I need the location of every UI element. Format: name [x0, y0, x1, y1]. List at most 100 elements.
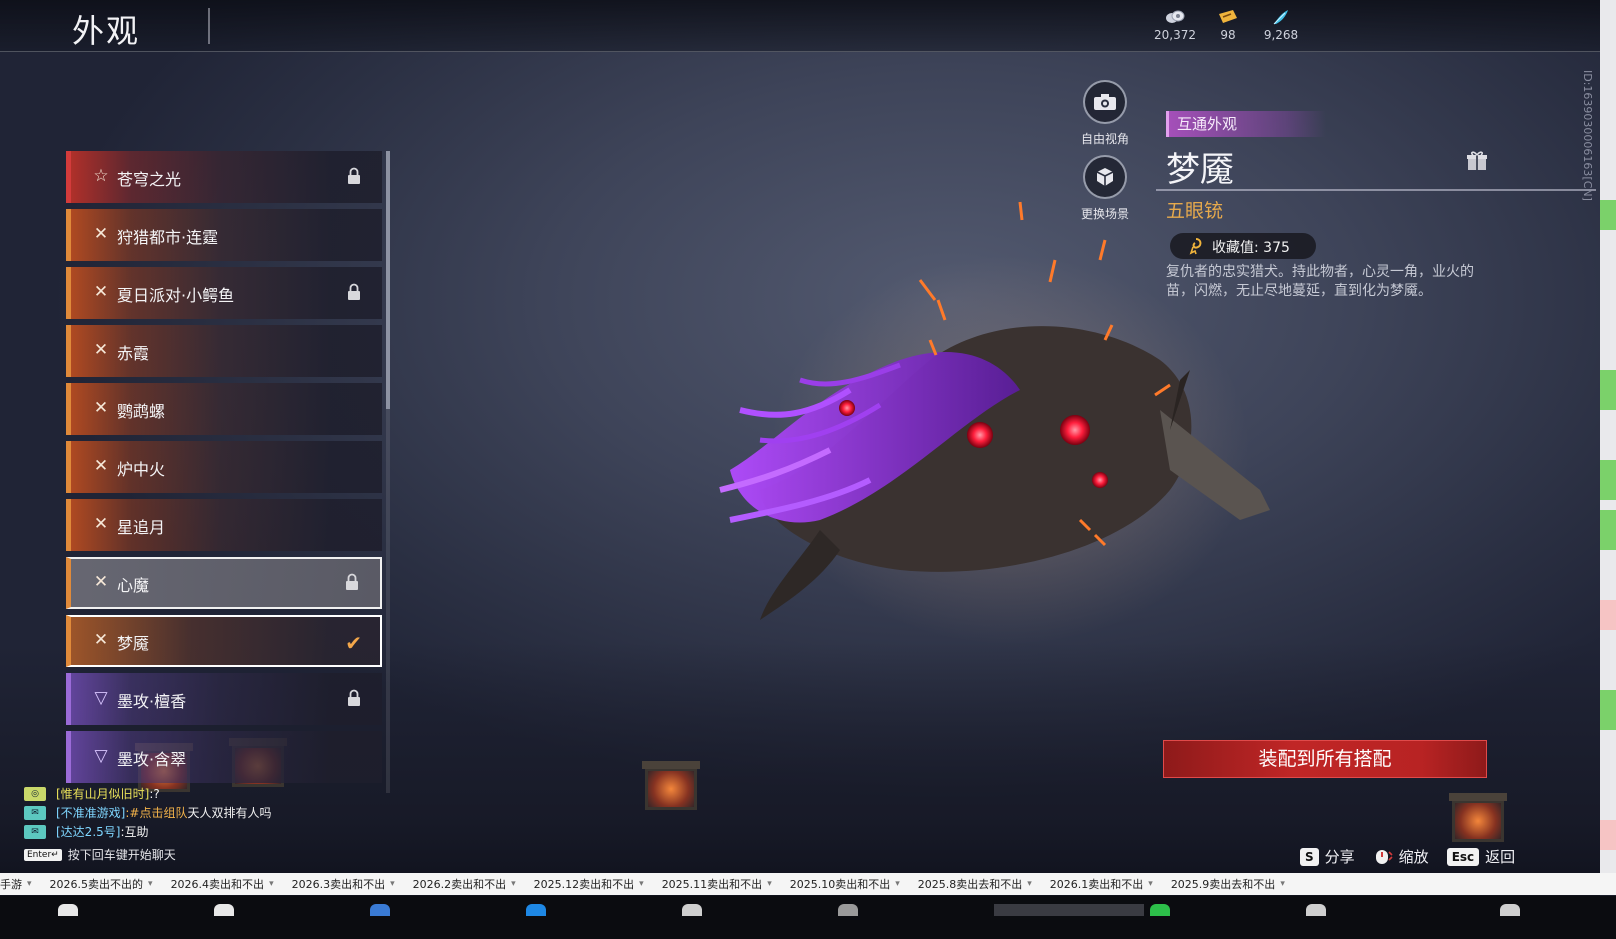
chevron-down-icon: ▾	[639, 879, 644, 889]
camera-icon	[1083, 80, 1127, 124]
skin-list[interactable]: ☆ 苍穹之光 ✕ 狩猎都市·连霆 ✕ 夏日派对·小鳄鱼 ✕ 赤霞 ✕ 鹦鹉螺 ✕…	[66, 151, 382, 793]
skin-item-selected[interactable]: ✕ 梦魇 ✔	[66, 615, 382, 667]
skin-item[interactable]: ▽ 墨攻·檀香	[66, 673, 382, 725]
triangle-rarity-icon: ▽	[94, 688, 108, 708]
chat-hint-text: 按下回车键开始聊天	[67, 848, 176, 862]
player-id: ID:1639030006163[CN]	[1581, 70, 1594, 201]
lantern-decoration	[642, 761, 700, 810]
bookmark-label: 2025.9卖出去和不出	[1170, 878, 1276, 891]
skin-item[interactable]: ✕ 狩猎都市·连霆	[66, 209, 382, 261]
bookmark-folder[interactable]: 2026.5卖出不出的 ▾	[50, 876, 171, 892]
taskbar-app-icon[interactable]	[1500, 904, 1520, 916]
currency-tickets: 98	[1198, 8, 1258, 42]
taskbar-app-icon[interactable]	[838, 904, 858, 916]
lock-icon	[348, 167, 360, 184]
equipped-check-icon: ✔	[345, 631, 362, 655]
bookmark-folder[interactable]: 2025.9卖出去和不出 ▾	[1171, 876, 1303, 892]
chat-message: :互助	[120, 825, 149, 839]
chat-line: ◎ [惟有山月似旧时] :?	[24, 784, 272, 803]
title-divider	[208, 8, 210, 44]
chat-input-hint[interactable]: Enter↵ 按下回车键开始聊天	[24, 846, 176, 863]
cross-rarity-icon: ✕	[93, 398, 109, 418]
os-taskbar	[0, 896, 1616, 939]
coin-stack-icon	[1166, 10, 1185, 23]
share-hotkey[interactable]: S 分享	[1300, 846, 1355, 867]
skin-item[interactable]: ✕ 赤霞	[66, 325, 382, 377]
change-scene-button[interactable]: 更换场景	[1065, 155, 1145, 222]
taskbar-app-icon[interactable]	[58, 904, 78, 916]
bookmark-folder[interactable]: 2026.4卖出和不出 ▾	[171, 876, 292, 892]
taskbar-app-icon[interactable]	[682, 904, 702, 916]
skin-item[interactable]: ✕ 鹦鹉螺	[66, 383, 382, 435]
bookmark-folder[interactable]: 2025.8卖出去和不出 ▾	[918, 876, 1050, 892]
cross-rarity-icon: ✕	[93, 340, 109, 360]
team-link[interactable]: :#点击组队	[125, 804, 187, 821]
chat-box[interactable]: ◎ [惟有山月似旧时] :? ✉ [不准准游戏] :#点击组队 天人双排有人吗 …	[24, 784, 272, 841]
skin-name: 星追月	[117, 518, 166, 537]
chevron-down-icon: ▾	[1148, 879, 1153, 889]
game-viewport: 外观 20,372 98 9,268 ID:1639030006163[CN] …	[0, 0, 1600, 902]
gift-icon[interactable]	[1466, 150, 1488, 172]
chevron-down-icon: ▾	[148, 879, 153, 889]
list-scrollbar-thumb[interactable]	[386, 151, 390, 409]
chat-sender[interactable]: [惟有山月似旧时]	[56, 785, 149, 802]
taskbar-app-icon[interactable]	[214, 904, 234, 916]
free-view-label: 自由视角	[1080, 132, 1129, 146]
lantern-decoration	[1449, 793, 1507, 842]
chevron-down-icon: ▾	[1027, 879, 1032, 889]
chevron-down-icon: ▾	[390, 879, 395, 889]
chat-sender[interactable]: [不准准游戏]	[56, 804, 125, 821]
skin-item[interactable]: ✕ 夏日派对·小鳄鱼	[66, 267, 382, 319]
lock-icon	[348, 689, 360, 706]
zoom-hotkey[interactable]: 缩放	[1373, 846, 1429, 867]
enter-key-cap: Enter↵	[24, 848, 62, 861]
taskbar-app-icon[interactable]	[1150, 904, 1170, 916]
change-scene-label: 更换场景	[1080, 207, 1129, 221]
bookmark-folder[interactable]: 2026.2卖出和不出 ▾	[413, 876, 534, 892]
currency-value: 20,372	[1154, 28, 1196, 42]
skin-name: 心魔	[117, 576, 150, 595]
cross-rarity-icon: ✕	[93, 224, 109, 244]
free-view-button[interactable]: 自由视角	[1065, 80, 1145, 147]
chevron-down-icon: ▾	[767, 879, 772, 889]
cross-rarity-icon: ✕	[93, 514, 109, 534]
equip-all-button[interactable]: 装配到所有搭配	[1163, 740, 1487, 778]
title-underline	[1156, 189, 1596, 191]
bookmark-folder[interactable]: 2025.11卖出和不出 ▾	[662, 876, 790, 892]
hotkey-label: 分享	[1324, 848, 1355, 866]
taskbar-app-icon[interactable]	[526, 904, 546, 916]
skin-item[interactable]: ✕ 炉中火	[66, 441, 382, 493]
weapon-type: 五眼铳	[1166, 200, 1224, 222]
back-hotkey[interactable]: Esc 返回	[1446, 846, 1515, 867]
lock-icon	[348, 283, 360, 300]
key-cap: S	[1300, 847, 1319, 866]
page-title: 外观	[72, 12, 141, 50]
bookmark-label: 手游	[0, 878, 22, 891]
chat-sender[interactable]: [达达2.5号]	[56, 823, 120, 840]
skin-name: 墨攻·含翠	[117, 750, 187, 769]
skin-item[interactable]: ▽ 墨攻·含翠	[66, 731, 382, 783]
bookmark-folder[interactable]: 2026.3卖出和不出 ▾	[292, 876, 413, 892]
skin-description: 复仇者的忠实猎犬。持此物者，心灵一角，业火的苗，闪燃，无止尽地蔓延，直到化为梦魇…	[1166, 264, 1474, 299]
bookmark-folder[interactable]: 手游 ▾	[0, 876, 50, 892]
collection-icon	[1189, 238, 1202, 255]
taskbar-active-app[interactable]	[994, 904, 1144, 916]
taskbar-app-icon[interactable]	[370, 904, 390, 916]
bookmark-label: 2025.8卖出去和不出	[917, 878, 1023, 891]
cross-rarity-icon: ✕	[93, 572, 109, 592]
chevron-down-icon: ▾	[895, 879, 900, 889]
bookmark-label: 2025.10卖出和不出	[789, 878, 891, 891]
hotkey-bar: S 分享 缩放 Esc 返回	[1300, 846, 1533, 867]
skin-item[interactable]: ✕ 星追月	[66, 499, 382, 551]
skin-item-hovered[interactable]: ✕ 心魔	[66, 557, 382, 609]
chevron-down-icon: ▾	[1280, 879, 1285, 889]
bookmark-label: 2025.12卖出和不出	[533, 878, 635, 891]
bookmark-folder[interactable]: 2025.12卖出和不出 ▾	[534, 876, 662, 892]
currency-coins: 20,372	[1145, 8, 1205, 42]
skin-item[interactable]: ☆ 苍穹之光	[66, 151, 382, 203]
bookmark-folder[interactable]: 2025.10卖出和不出 ▾	[790, 876, 918, 892]
bookmark-folder[interactable]: 2026.1卖出和不出 ▾	[1050, 876, 1171, 892]
taskbar-app-icon[interactable]	[1306, 904, 1326, 916]
skin-name: 墨攻·檀香	[117, 692, 187, 711]
mouse-icon	[1375, 849, 1393, 864]
